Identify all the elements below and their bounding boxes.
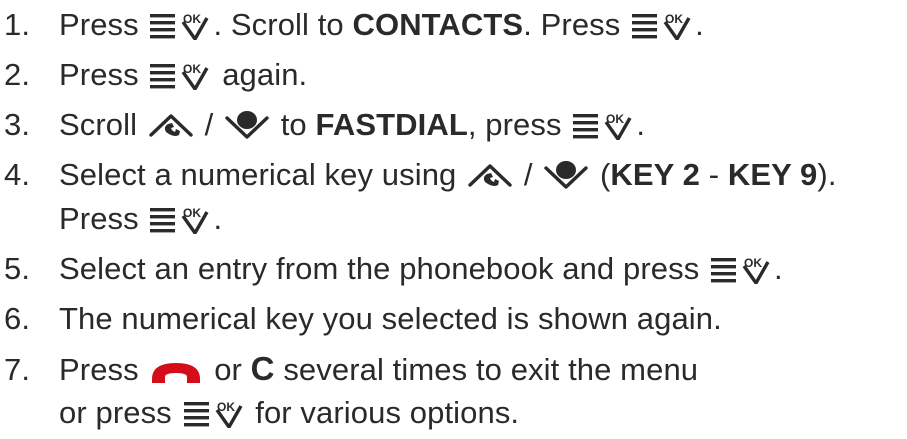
step-number: 4.	[4, 157, 31, 192]
step-number: 7.	[4, 352, 31, 387]
scroll-down-key-icon	[543, 160, 589, 190]
step-4-continuation: Press OK .	[0, 197, 222, 241]
step-text: .	[695, 7, 704, 42]
menu-ok-key-icon: OK	[572, 110, 634, 140]
step-text: . Scroll to	[213, 7, 344, 42]
step-text: /	[204, 107, 214, 142]
menu-term: KEY 2	[610, 157, 700, 192]
menu-term: CONTACTS	[352, 7, 524, 42]
step-text: ).	[817, 157, 837, 192]
scroll-up-key-icon	[148, 110, 194, 140]
step-7: 7. Press or C several times to exit the m…	[0, 347, 698, 392]
step-number: 1.	[4, 7, 31, 42]
step-2: 2. Press OK again.	[0, 53, 307, 97]
step-text: The numerical key you selected is shown …	[59, 301, 722, 336]
step-text: . Press	[523, 7, 621, 42]
step-6: 6. The numerical key you selected is show…	[0, 297, 722, 341]
step-text: or	[214, 352, 242, 387]
step-text: or press	[59, 395, 172, 430]
step-text: for various options.	[255, 395, 520, 430]
menu-ok-key-icon: OK	[149, 10, 211, 40]
scroll-down-key-icon	[224, 110, 270, 140]
step-text: , press	[467, 107, 562, 142]
step-text: .	[774, 251, 783, 286]
menu-term: FASTDIAL	[315, 107, 468, 142]
step-text: Press	[59, 352, 139, 387]
step-text: Scroll	[59, 107, 138, 142]
step-text: .	[213, 201, 223, 236]
step-text: -	[708, 157, 720, 192]
menu-term: KEY 9	[727, 157, 818, 192]
step-number: 6.	[4, 301, 31, 336]
menu-ok-key-icon: OK	[710, 254, 772, 284]
step-7-continuation: or press OK for various options.	[0, 391, 519, 435]
step-3: 3. Scroll / to FASTDIAL, press OK .	[0, 103, 645, 147]
menu-ok-key-icon: OK	[149, 204, 211, 234]
end-call-key-icon	[149, 359, 203, 385]
step-1: 1. Press OK . Scroll to CONTACTS. Press O…	[0, 3, 704, 47]
step-text: Select a numerical key using	[59, 157, 457, 192]
step-number: 5.	[4, 251, 31, 286]
step-text: again.	[222, 57, 308, 92]
step-text: /	[523, 157, 533, 192]
clear-key-label: C	[250, 350, 275, 387]
step-text: Press	[59, 7, 139, 42]
step-text: Press	[59, 201, 139, 236]
step-4: 4. Select a numerical key using / (KEY 2 …	[0, 153, 837, 197]
menu-ok-key-icon: OK	[183, 398, 245, 428]
step-text: to	[280, 107, 307, 142]
scroll-up-key-icon	[467, 160, 513, 190]
step-text: several times to exit the menu	[283, 352, 699, 387]
step-text: .	[636, 107, 646, 142]
menu-ok-key-icon: OK	[149, 60, 211, 90]
step-5: 5. Select an entry from the phonebook and…	[0, 247, 783, 291]
step-number: 3.	[4, 107, 31, 142]
step-number: 2.	[4, 57, 31, 92]
step-text: Press	[59, 57, 139, 92]
menu-ok-key-icon: OK	[631, 10, 693, 40]
step-text: Select an entry from the phonebook and p…	[59, 251, 700, 286]
step-text: (	[599, 157, 611, 192]
